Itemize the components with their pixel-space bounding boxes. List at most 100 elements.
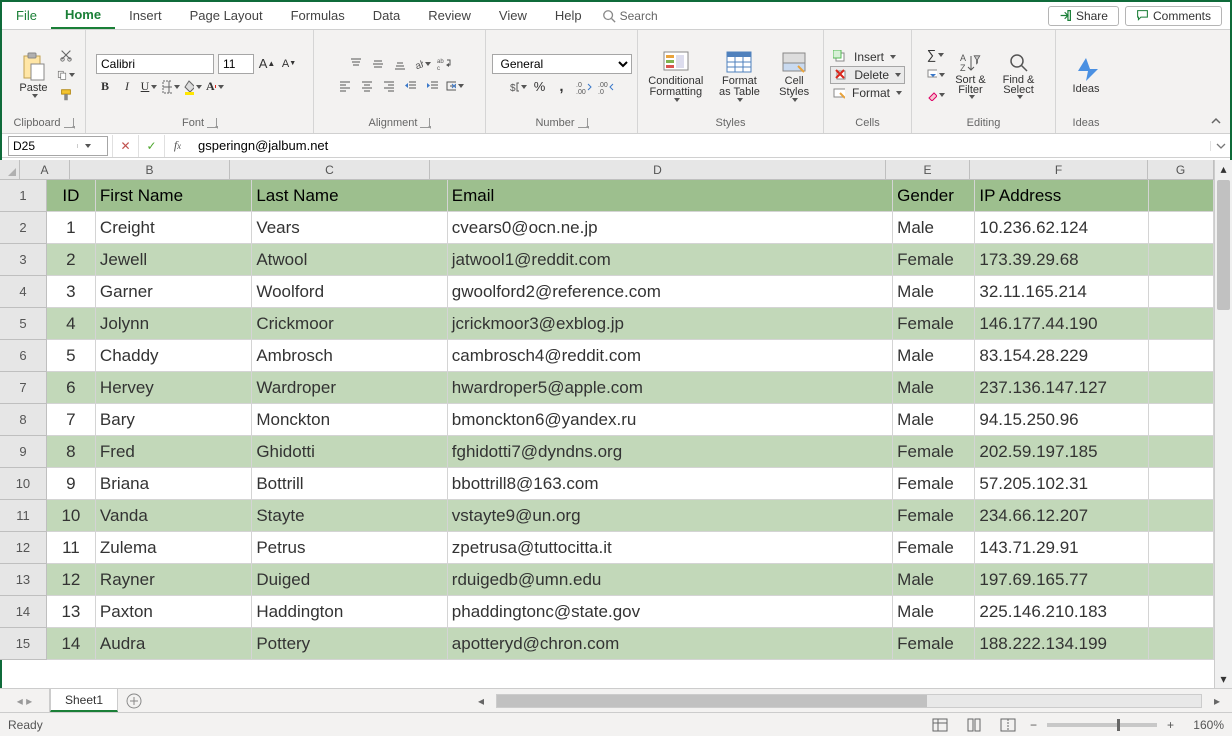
cell[interactable]: phaddingtonc@state.gov (448, 596, 893, 628)
cell[interactable]: First Name (96, 180, 252, 212)
cell[interactable] (1149, 212, 1214, 244)
format-as-table-button[interactable]: Format as Table (712, 46, 768, 104)
cell[interactable]: 237.136.147.127 (975, 372, 1149, 404)
cell[interactable]: Petrus (252, 532, 447, 564)
cell[interactable]: Male (893, 564, 975, 596)
decrease-indent-button[interactable] (402, 77, 420, 95)
number-format-select[interactable]: General (492, 54, 632, 74)
align-top-button[interactable] (347, 55, 365, 73)
menu-tab-formulas[interactable]: Formulas (277, 2, 359, 29)
clear-button[interactable] (927, 86, 945, 104)
cell[interactable]: Woolford (252, 276, 447, 308)
cell[interactable]: Last Name (252, 180, 447, 212)
increase-indent-button[interactable] (424, 77, 442, 95)
cell[interactable]: Female (893, 436, 975, 468)
cell[interactable]: Monckton (252, 404, 447, 436)
font-launcher[interactable] (207, 118, 217, 128)
ideas-button[interactable]: Ideas (1062, 53, 1110, 97)
cell[interactable]: 11 (47, 532, 96, 564)
cancel-button[interactable]: ✕ (112, 135, 138, 157)
cell[interactable] (1149, 244, 1214, 276)
collapse-ribbon-button[interactable] (1210, 115, 1222, 127)
cell[interactable]: hwardroper5@apple.com (448, 372, 893, 404)
cell[interactable]: 225.146.210.183 (975, 596, 1149, 628)
cell[interactable]: Hervey (96, 372, 252, 404)
format-button[interactable]: Format (830, 85, 905, 101)
cell[interactable]: Duiged (252, 564, 447, 596)
zoom-out-button[interactable]: − (1030, 718, 1037, 732)
autosum-button[interactable]: ∑ (927, 46, 945, 64)
cell[interactable]: 7 (47, 404, 96, 436)
cell[interactable]: Male (893, 212, 975, 244)
cell[interactable]: gwoolford2@reference.com (448, 276, 893, 308)
name-box[interactable] (8, 136, 108, 156)
row-header-5[interactable]: 5 (0, 308, 47, 340)
cell[interactable]: Fred (96, 436, 252, 468)
hscroll-track[interactable] (496, 694, 1202, 708)
cell[interactable]: Male (893, 372, 975, 404)
row-header-7[interactable]: 7 (0, 372, 47, 404)
orientation-button[interactable]: ab (413, 55, 431, 73)
column-header-D[interactable]: D (430, 160, 886, 179)
cell[interactable]: 173.39.29.68 (975, 244, 1149, 276)
cell[interactable] (1149, 340, 1214, 372)
increase-decimal-button[interactable]: .0.00 (575, 78, 593, 96)
cut-button[interactable] (57, 46, 75, 64)
cell[interactable]: 197.69.165.77 (975, 564, 1149, 596)
cell[interactable] (1149, 596, 1214, 628)
cell[interactable]: 6 (47, 372, 96, 404)
column-header-C[interactable]: C (230, 160, 430, 179)
cell[interactable] (1149, 468, 1214, 500)
expand-formula-bar-button[interactable] (1210, 141, 1230, 151)
cell[interactable]: 13 (47, 596, 96, 628)
cell[interactable]: Vanda (96, 500, 252, 532)
cell[interactable]: 57.205.102.31 (975, 468, 1149, 500)
row-header-14[interactable]: 14 (0, 596, 47, 628)
cell[interactable]: Female (893, 500, 975, 532)
cell[interactable]: Zulema (96, 532, 252, 564)
copy-button[interactable] (57, 66, 75, 84)
row-header-12[interactable]: 12 (0, 532, 47, 564)
cell[interactable]: Male (893, 340, 975, 372)
cell[interactable]: Creight (96, 212, 252, 244)
menu-tab-page-layout[interactable]: Page Layout (176, 2, 277, 29)
menu-tab-data[interactable]: Data (359, 2, 414, 29)
column-header-B[interactable]: B (70, 160, 230, 179)
comments-button[interactable]: Comments (1125, 6, 1222, 26)
percent-button[interactable]: % (531, 78, 549, 96)
cell[interactable]: Email (448, 180, 893, 212)
menu-tab-file[interactable]: File (2, 2, 51, 29)
cell-styles-button[interactable]: Cell Styles (771, 46, 817, 104)
cell[interactable] (1149, 308, 1214, 340)
decrease-decimal-button[interactable]: .00.0 (597, 78, 615, 96)
cell[interactable]: Stayte (252, 500, 447, 532)
cell[interactable]: 10 (47, 500, 96, 532)
cell[interactable]: 143.71.29.91 (975, 532, 1149, 564)
menu-tab-help[interactable]: Help (541, 2, 596, 29)
normal-view-button[interactable] (928, 716, 952, 734)
row-header-9[interactable]: 9 (0, 436, 47, 468)
clipboard-launcher[interactable] (64, 118, 74, 128)
cell[interactable]: cambrosch4@reddit.com (448, 340, 893, 372)
scroll-up-button[interactable]: ▴ (1215, 160, 1232, 178)
menu-search[interactable]: Search (602, 9, 658, 23)
column-header-G[interactable]: G (1148, 160, 1214, 179)
cell[interactable]: Ambrosch (252, 340, 447, 372)
conditional-formatting-button[interactable]: Conditional Formatting (644, 46, 708, 104)
cell[interactable]: 5 (47, 340, 96, 372)
cell[interactable]: Vears (252, 212, 447, 244)
sheet-nav-arrows[interactable]: ◂ ▸ (0, 689, 50, 712)
cell[interactable]: vstayte9@un.org (448, 500, 893, 532)
cell[interactable]: 12 (47, 564, 96, 596)
formula-input[interactable] (190, 135, 1210, 157)
enter-button[interactable]: ✓ (138, 135, 164, 157)
menu-tab-review[interactable]: Review (414, 2, 485, 29)
insert-function-button[interactable]: fx (164, 135, 190, 157)
cell[interactable]: 9 (47, 468, 96, 500)
cell[interactable]: Pottery (252, 628, 447, 660)
row-header-15[interactable]: 15 (0, 628, 47, 660)
cell[interactable]: apotteryd@chron.com (448, 628, 893, 660)
bold-button[interactable]: B (96, 78, 114, 96)
align-right-button[interactable] (380, 77, 398, 95)
cell[interactable]: Female (893, 532, 975, 564)
